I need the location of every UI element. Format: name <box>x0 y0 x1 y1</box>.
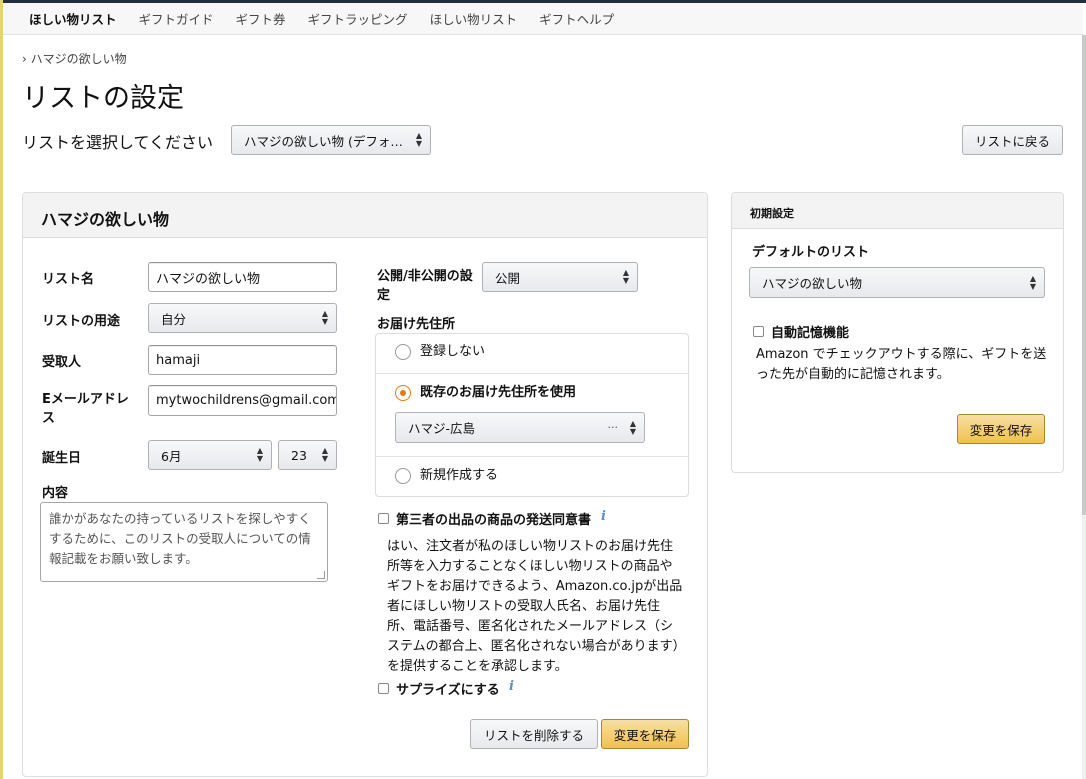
nav-item-wishlist-2[interactable]: ほしい物リスト <box>430 9 518 28</box>
description-label: 内容 <box>42 486 69 501</box>
defaults-panel-title: 初期設定 <box>750 207 794 220</box>
birthday-day-value: 23 <box>291 447 307 463</box>
third-party-description: はい、注文者が私のほしい物リストのお届け先住所等を入力することなくほしい物リスト… <box>387 539 683 674</box>
address-option-existing[interactable]: 既存のお届け先住所を使用 ハマジ-広島 ··· ▲ ▼ <box>376 374 688 457</box>
email-label: Eメールアドレス <box>42 392 129 426</box>
page-title: リストの設定 <box>22 83 184 114</box>
third-party-checkbox[interactable] <box>378 513 389 524</box>
address-option-new[interactable]: 新規作成する <box>376 457 688 497</box>
existing-address-value: ハマジ-広島 <box>408 421 476 436</box>
dropdown-caret-icon: ▲ ▼ <box>256 446 263 463</box>
email-input[interactable]: mytwochildrens@gmail.com <box>148 385 337 416</box>
nav-item-wishlist[interactable]: ほしい物リスト <box>29 9 117 28</box>
dropdown-caret-icon: ▲ ▼ <box>321 446 328 463</box>
save-defaults-button[interactable]: 変更を保存 <box>957 414 1045 444</box>
window-left-edge <box>0 0 3 779</box>
list-select-dropdown[interactable]: ハマジの欲しい物 (デフォ… ▲ ▼ <box>231 125 431 155</box>
default-list-value: ハマジの欲しい物 <box>762 276 863 291</box>
birthday-label: 誕生日 <box>42 451 82 466</box>
auto-remember-label[interactable]: 自動記憶機能 <box>771 322 849 341</box>
dropdown-caret-icon: ▲ ▼ <box>1029 273 1036 291</box>
top-nav: ほしい物リスト ギフトガイド ギフト券 ギフトラッピング ほしい物リスト ギフト… <box>3 3 1083 35</box>
panel-title: ハマジの欲しい物 <box>41 210 170 229</box>
address-options-box: 登録しない 既存のお届け先住所を使用 ハマジ-広島 ··· ▲ ▼ 新規作成する <box>375 333 689 497</box>
visibility-value: 公開 <box>495 270 521 286</box>
truncation-ellipsis: ··· <box>607 421 619 434</box>
defaults-panel-header: 初期設定 <box>732 193 1063 229</box>
purpose-label: リストの用途 <box>42 314 121 329</box>
page-scrollbar[interactable] <box>1082 35 1086 779</box>
nav-item-gift-card[interactable]: ギフト券 <box>236 9 286 28</box>
radio-button[interactable] <box>395 344 411 360</box>
nav-item-gift-guide[interactable]: ギフトガイド <box>139 9 214 28</box>
third-party-label[interactable]: 第三者の出品の商品の発送同意書 <box>396 509 591 528</box>
list-select-label: リストを選択してください <box>22 133 214 152</box>
radio-button[interactable] <box>395 468 411 484</box>
default-list-dropdown[interactable]: ハマジの欲しい物 ▲ ▼ <box>749 267 1045 298</box>
scrollbar-thumb[interactable] <box>1082 35 1086 515</box>
nav-item-gift-help[interactable]: ギフトヘルプ <box>539 9 614 28</box>
info-icon[interactable]: i <box>601 509 606 524</box>
surprise-checkbox[interactable] <box>378 683 389 694</box>
visibility-dropdown[interactable]: 公開 ▲ ▼ <box>482 262 638 292</box>
radio-button-selected[interactable] <box>395 385 411 401</box>
address-option-none[interactable]: 登録しない <box>376 334 688 374</box>
auto-remember-description: Amazon でチェックアウトする際に、ギフトを送った先が自動的に記憶されます。 <box>756 347 1047 382</box>
default-list-label: デフォルトのリスト <box>752 245 870 260</box>
save-list-button[interactable]: 変更を保存 <box>601 719 689 749</box>
list-name-label: リスト名 <box>42 272 95 287</box>
panel-header: ハマジの欲しい物 <box>23 193 707 238</box>
birthday-month-value: 6月 <box>161 448 182 464</box>
auto-remember-checkbox[interactable] <box>753 326 764 337</box>
list-name-input[interactable]: ハマジの欲しい物 <box>148 262 337 292</box>
recipient-label: 受取人 <box>42 355 82 370</box>
purpose-dropdown[interactable]: 自分 ▲ ▼ <box>148 303 337 333</box>
nav-item-gift-wrapping[interactable]: ギフトラッピング <box>308 9 408 28</box>
recipient-input[interactable]: hamaji <box>148 345 337 375</box>
delete-list-button[interactable]: リストを削除する <box>470 719 598 749</box>
dropdown-caret-icon: ▲ ▼ <box>415 131 422 148</box>
description-textarea[interactable]: 誰かがあなたの持っているリストを探しやすくするために、このリストの受取人について… <box>40 502 328 582</box>
description-placeholder: 誰かがあなたの持っているリストを探しやすくするために、このリストの受取人について… <box>49 511 311 566</box>
birthday-month-dropdown[interactable]: 6月 ▲ ▼ <box>148 440 272 470</box>
dropdown-caret-icon: ▲ ▼ <box>321 309 328 326</box>
dropdown-caret-icon: ▲ ▼ <box>622 268 629 285</box>
existing-address-dropdown[interactable]: ハマジ-広島 ··· ▲ ▼ <box>395 412 645 443</box>
dropdown-caret-icon: ▲ ▼ <box>629 418 636 436</box>
list-select-value: ハマジの欲しい物 (デフォ… <box>244 133 403 149</box>
back-to-list-button[interactable]: リストに戻る <box>962 125 1063 155</box>
info-icon[interactable]: i <box>509 679 514 694</box>
birthday-day-dropdown[interactable]: 23 ▲ ▼ <box>278 440 337 470</box>
address-option-label: 新規作成する <box>420 468 499 483</box>
address-option-label: 登録しない <box>420 344 486 359</box>
address-option-label: 既存のお届け先住所を使用 <box>420 385 577 400</box>
visibility-label: 公開/非公開の設定 <box>377 269 473 303</box>
breadcrumb[interactable]: › ハマジの欲しい物 <box>22 50 127 67</box>
resize-grip-icon[interactable] <box>317 571 325 579</box>
purpose-value: 自分 <box>161 311 187 327</box>
surprise-label[interactable]: サプライズにする <box>396 679 500 698</box>
address-label: お届け先住所 <box>377 317 456 332</box>
